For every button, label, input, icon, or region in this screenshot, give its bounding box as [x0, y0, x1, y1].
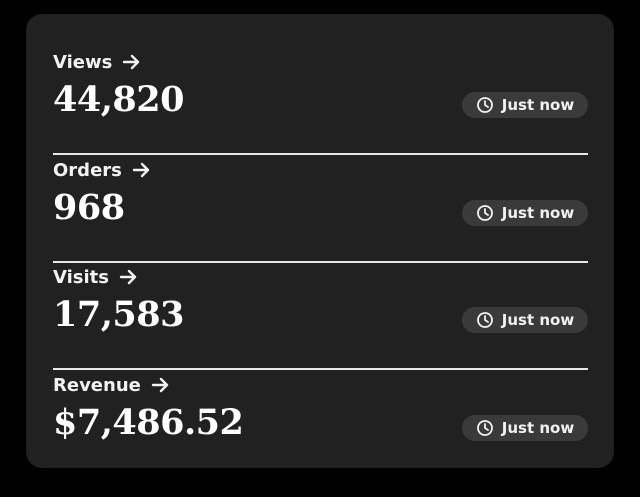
arrow-right-icon: [151, 377, 169, 393]
updated-badge: Just now: [462, 92, 588, 118]
metrics-card: Views 44,820 Just now Orders 968 Just no…: [26, 14, 614, 468]
metric-value: 17,583: [53, 294, 184, 335]
views-link[interactable]: Views: [53, 48, 142, 76]
metric-row-orders: Orders 968 Just now: [53, 156, 588, 263]
updated-badge: Just now: [462, 307, 588, 333]
metric-label: Orders: [53, 159, 122, 181]
arrow-right-icon: [132, 162, 150, 178]
orders-link[interactable]: Orders: [53, 156, 152, 184]
clock-icon: [476, 205, 493, 221]
updated-text: Just now: [501, 311, 575, 329]
row-divider: [53, 153, 588, 155]
metric-row-visits: Visits 17,583 Just now: [53, 263, 588, 370]
visits-link[interactable]: Visits: [53, 263, 139, 291]
updated-text: Just now: [501, 204, 575, 222]
updated-badge: Just now: [462, 200, 588, 226]
metric-value: $7,486.52: [53, 402, 244, 443]
metric-row-views: Views 44,820 Just now: [53, 48, 588, 155]
metric-label: Visits: [53, 266, 109, 288]
updated-badge: Just now: [462, 415, 588, 441]
metric-value: 968: [53, 187, 125, 228]
updated-text: Just now: [501, 419, 575, 437]
metric-label: Views: [53, 51, 113, 73]
row-divider: [53, 368, 588, 370]
metric-value: 44,820: [53, 79, 184, 120]
metric-label: Revenue: [53, 374, 141, 396]
updated-text: Just now: [501, 96, 575, 114]
clock-icon: [476, 97, 493, 113]
arrow-right-icon: [123, 54, 140, 70]
clock-icon: [476, 312, 493, 328]
clock-icon: [476, 420, 493, 436]
revenue-link[interactable]: Revenue: [53, 371, 171, 399]
metric-row-revenue: Revenue $7,486.52 Just now: [53, 371, 588, 451]
arrow-right-icon: [119, 269, 137, 285]
